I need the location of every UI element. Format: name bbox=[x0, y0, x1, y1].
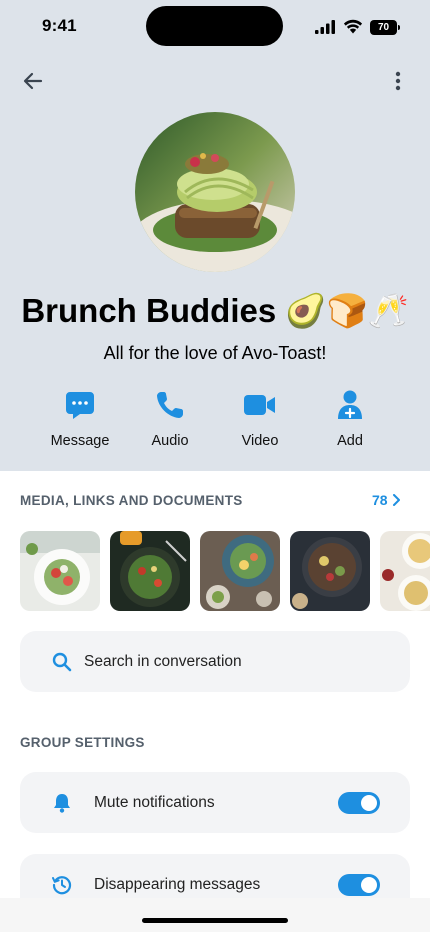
toggle-knob bbox=[361, 794, 377, 811]
arrow-left-icon bbox=[23, 72, 43, 90]
mute-notifications-toggle[interactable] bbox=[338, 791, 380, 814]
group-description: All for the love of Avo-Toast! bbox=[103, 343, 327, 363]
search-label: Search in conversation bbox=[84, 652, 242, 670]
dark-bowl-image bbox=[110, 531, 190, 611]
search-icon bbox=[52, 652, 72, 671]
audio-action-label: Audio bbox=[151, 433, 189, 449]
more-options-button[interactable] bbox=[386, 68, 410, 94]
add-user-icon bbox=[338, 390, 362, 419]
message-action-button[interactable]: Message bbox=[40, 385, 120, 449]
group-name: Brunch Buddies 🥑🍞🥂 bbox=[21, 292, 409, 329]
media-thumbnail-breakfast-spread[interactable] bbox=[200, 531, 280, 611]
back-button[interactable] bbox=[20, 68, 46, 94]
mute-notifications-row[interactable]: Mute notifications bbox=[20, 772, 410, 833]
disappearing-messages-toggle[interactable] bbox=[338, 873, 380, 896]
breakfast-spread-image bbox=[200, 531, 280, 611]
audio-action-button[interactable]: Audio bbox=[130, 385, 210, 449]
chevron-right-icon bbox=[392, 494, 400, 506]
message-action-label: Message bbox=[50, 433, 110, 449]
media-count: 78 bbox=[372, 492, 388, 508]
status-time: 9:41 bbox=[42, 16, 77, 35]
search-in-conversation-button[interactable]: Search in conversation bbox=[20, 631, 410, 692]
video-action-button[interactable]: Video bbox=[220, 385, 300, 449]
salad-plate-image bbox=[20, 531, 100, 611]
home-indicator[interactable] bbox=[142, 918, 288, 923]
disappearing-messages-label: Disappearing messages bbox=[94, 875, 261, 893]
home-indicator-area bbox=[0, 898, 430, 932]
pasta-image bbox=[380, 531, 430, 611]
media-thumbnail-dark-bowl[interactable] bbox=[110, 531, 190, 611]
media-section-title: MEDIA, LINKS AND DOCUMENTS bbox=[20, 493, 243, 508]
timer-history-icon bbox=[52, 875, 72, 894]
video-action-label: Video bbox=[241, 433, 279, 449]
media-thumbnail-salad-plate[interactable] bbox=[20, 531, 100, 611]
wifi-icon bbox=[343, 19, 363, 34]
media-thumbnail-pasta[interactable] bbox=[380, 531, 430, 611]
media-thumbnail-grain-bowl[interactable] bbox=[290, 531, 370, 611]
chat-bubble-icon bbox=[66, 392, 94, 419]
grain-bowl-image bbox=[290, 531, 370, 611]
group-avatar[interactable] bbox=[135, 112, 295, 272]
media-count-link[interactable]: 78 bbox=[372, 492, 400, 508]
group-settings-title: GROUP SETTINGS bbox=[20, 735, 145, 750]
cellular-signal-icon bbox=[315, 20, 335, 34]
battery-level: 70 bbox=[370, 20, 397, 35]
vertical-dots-icon bbox=[395, 71, 401, 91]
status-bar: 9:41 70 bbox=[0, 0, 430, 54]
action-bar: Message Audio Video Add bbox=[0, 385, 430, 455]
battery-cap bbox=[398, 25, 400, 30]
add-member-action-label: Add bbox=[337, 433, 363, 449]
mute-notifications-label: Mute notifications bbox=[94, 793, 215, 811]
avocado-toast-photo bbox=[135, 112, 295, 272]
dynamic-island bbox=[146, 6, 283, 46]
toggle-knob bbox=[361, 876, 377, 893]
add-member-action-button[interactable]: Add bbox=[310, 385, 390, 449]
battery-indicator: 70 bbox=[370, 20, 401, 36]
video-camera-icon bbox=[244, 395, 275, 415]
phone-icon bbox=[157, 392, 183, 418]
bell-icon bbox=[54, 793, 70, 813]
media-thumbnail-strip[interactable] bbox=[20, 531, 430, 611]
